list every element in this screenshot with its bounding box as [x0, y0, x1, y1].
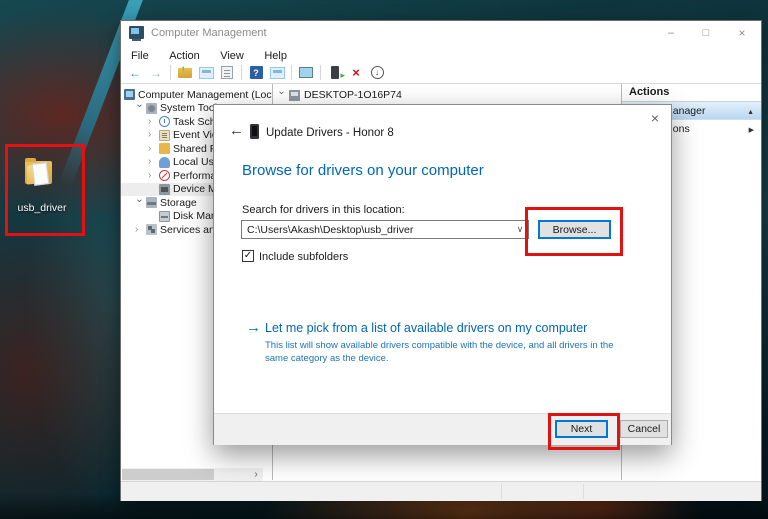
show-console-tree-icon[interactable]: [197, 64, 215, 81]
device-manager-icon: [159, 184, 170, 195]
chevron-collapsed-icon[interactable]: [148, 117, 156, 127]
chevron-collapsed-icon[interactable]: [148, 171, 156, 181]
forward-icon[interactable]: →: [147, 64, 165, 81]
chevron-collapsed-icon[interactable]: [148, 130, 156, 140]
statusbar-divider: [501, 484, 502, 499]
dialog-back-icon[interactable]: ←: [229, 122, 244, 139]
event-viewer-icon: [159, 130, 170, 141]
task-scheduler-icon: [159, 116, 170, 127]
browse-button[interactable]: Browse...: [538, 220, 611, 239]
disable-device-icon[interactable]: ↓: [368, 64, 386, 81]
help-icon[interactable]: ?: [247, 64, 265, 81]
menu-help[interactable]: Help: [256, 49, 295, 62]
include-subfolders-checkbox[interactable]: [242, 250, 254, 262]
cancel-button[interactable]: Cancel: [620, 420, 668, 438]
tree-horizontal-scrollbar[interactable]: ›: [122, 468, 263, 481]
driver-location-combobox[interactable]: C:\Users\Akash\Desktop\usb_driver ∨: [241, 220, 529, 239]
disk-management-icon: [159, 211, 170, 222]
pick-drivers-option[interactable]: Let me pick from a list of available dri…: [265, 321, 587, 335]
update-driver-icon[interactable]: [326, 64, 344, 81]
phone-device-icon: [250, 124, 259, 139]
expand-icon[interactable]: [749, 123, 754, 135]
statusbar-divider: [583, 484, 584, 499]
show-action-pane-icon[interactable]: [268, 64, 286, 81]
update-drivers-dialog: × ← Update Drivers - Honor 8 Browse for …: [213, 104, 672, 445]
scrollbar-thumb[interactable]: [122, 469, 214, 480]
services-icon: [146, 224, 157, 235]
chevron-expanded-icon[interactable]: [134, 199, 144, 207]
uninstall-device-icon[interactable]: ×: [347, 64, 365, 81]
maximize-button[interactable]: □: [691, 21, 721, 45]
performance-icon: [159, 170, 170, 181]
menu-action[interactable]: Action: [161, 49, 208, 62]
toolbar-separator: [170, 65, 171, 80]
scroll-right-icon[interactable]: ›: [249, 468, 263, 481]
status-bar: [121, 481, 761, 501]
include-subfolders-label: Include subfolders: [259, 251, 348, 263]
dialog-close-icon[interactable]: ×: [651, 110, 659, 126]
properties-icon[interactable]: [218, 64, 236, 81]
remote-computer-icon[interactable]: [297, 64, 315, 81]
shared-folders-icon: [159, 143, 170, 154]
storage-icon: [146, 197, 157, 208]
chevron-expanded-icon[interactable]: [134, 104, 144, 112]
dialog-heading: Browse for drivers on your computer: [242, 162, 484, 179]
computer-management-app-icon: [129, 26, 144, 39]
tree-item-computer-management[interactable]: Computer Management (Local: [121, 88, 272, 102]
next-button[interactable]: Next: [555, 420, 608, 438]
computer-icon: [289, 90, 300, 101]
system-tools-icon: [146, 103, 157, 114]
menu-file[interactable]: File: [123, 49, 157, 62]
menu-view[interactable]: View: [212, 49, 252, 62]
window-title: Computer Management: [151, 27, 267, 39]
computer-management-icon: [124, 89, 135, 100]
chevron-collapsed-icon[interactable]: [148, 144, 156, 154]
toolbar-separator: [320, 65, 321, 80]
location-label: Search for drivers in this location:: [242, 204, 405, 216]
menu-bar: File Action View Help: [121, 46, 761, 62]
desktop-screen: usb_driver Computer Management – □ × Fil…: [0, 0, 768, 519]
local-users-icon: [159, 157, 170, 168]
chevron-expanded-icon[interactable]: [276, 91, 286, 99]
collapse-icon[interactable]: [747, 105, 754, 117]
dialog-title: Update Drivers - Honor 8: [266, 127, 394, 139]
folder-highlight-box: [5, 144, 85, 236]
toolbar-separator: [291, 65, 292, 80]
actions-header: Actions: [622, 84, 761, 102]
pick-drivers-description: This list will show available drivers co…: [265, 339, 617, 366]
usb-driver-folder-label: usb_driver: [4, 202, 80, 214]
driver-location-value: C:\Users\Akash\Desktop\usb_driver: [242, 224, 512, 236]
chevron-collapsed-icon[interactable]: [135, 225, 143, 235]
window-titlebar[interactable]: Computer Management – □ ×: [121, 21, 761, 46]
back-icon[interactable]: ←: [126, 64, 144, 81]
device-tree-root[interactable]: DESKTOP-1O16P74: [273, 88, 621, 102]
toolbar-separator: [241, 65, 242, 80]
chevron-collapsed-icon[interactable]: [148, 157, 156, 167]
up-folder-icon[interactable]: [176, 64, 194, 81]
usb-driver-folder-page: [32, 162, 50, 186]
minimize-button[interactable]: –: [656, 21, 686, 45]
close-window-button[interactable]: ×: [727, 21, 757, 45]
toolbar: ← → ? × ↓: [121, 62, 761, 84]
pick-option-arrow-icon: →: [246, 319, 261, 336]
